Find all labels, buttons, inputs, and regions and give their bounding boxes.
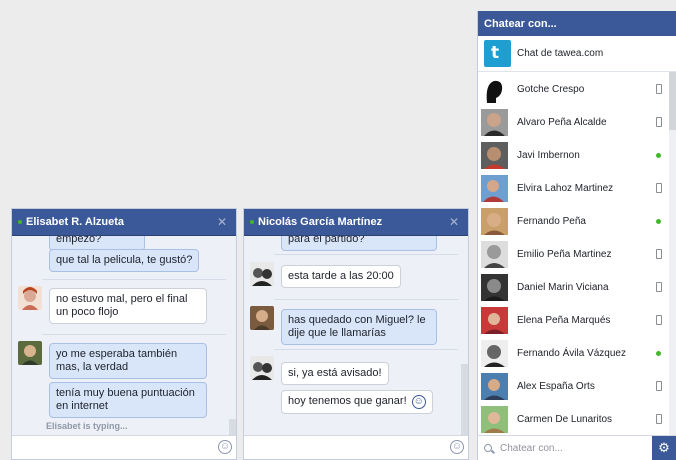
- contact-name: Gotche Crespo: [517, 84, 585, 95]
- mobile-icon: [656, 249, 662, 259]
- mobile-icon: [656, 315, 662, 325]
- chat-header[interactable]: Elisabet R. Alzueta ✕: [12, 209, 236, 236]
- avatar: [481, 274, 508, 301]
- contact-item[interactable]: Gotche Crespo: [478, 73, 668, 106]
- chat-message-area: empezo? que tal la pelicula, te gustó? n…: [12, 236, 236, 435]
- avatar: [250, 262, 274, 286]
- chat-window-elisabet: Elisabet R. Alzueta ✕ empezo? que tal la…: [11, 208, 237, 460]
- sidebar-scrollbar[interactable]: [669, 72, 676, 438]
- contact-name: Alvaro Peña Alcalde: [517, 117, 607, 128]
- avatar: [481, 142, 508, 169]
- close-icon[interactable]: ✕: [217, 215, 227, 229]
- message-bubble: tenía muy buena puntuación en internet: [49, 382, 207, 418]
- contact-name: Daniel Marin Viciana: [517, 282, 609, 293]
- chat-title: Nicolás García Martínez: [258, 216, 383, 228]
- avatar: [481, 175, 508, 202]
- avatar: [481, 406, 508, 433]
- contact-item[interactable]: Elvira Lahoz Martinez: [478, 172, 668, 205]
- typing-indicator: Elisabet is typing...: [46, 421, 128, 431]
- chat-sidebar: Chatear con... t Chat de tawea.com Gotch…: [477, 11, 676, 460]
- contact-item[interactable]: Alex España Orts: [478, 370, 668, 403]
- message-bubble: que tal la pelicula, te gustó?: [49, 249, 200, 272]
- close-icon[interactable]: ✕: [449, 215, 459, 229]
- avatar: [481, 307, 508, 334]
- message-divider: [274, 299, 458, 300]
- message-bubble: si, ya está avisado!: [281, 362, 389, 385]
- tawea-logo-icon: t: [484, 40, 511, 67]
- contact-item[interactable]: Alvaro Peña Alcalde: [478, 106, 668, 139]
- contact-name: Carmen De Lunaritos: [517, 414, 613, 425]
- scrollbar[interactable]: [461, 364, 468, 435]
- contact-name: Javi Imbernon: [517, 150, 580, 161]
- contact-item[interactable]: Fernando Peña: [478, 205, 668, 238]
- online-status-dot: [656, 219, 661, 224]
- chat-window-nicolas: Nicolás García Martínez ✕ para el partid…: [243, 208, 469, 460]
- mobile-icon: [656, 381, 662, 391]
- contact-name: Elvira Lahoz Martinez: [517, 183, 614, 194]
- online-status-dot: [656, 351, 661, 356]
- tawea-chat-app[interactable]: t Chat de tawea.com: [478, 36, 676, 72]
- mobile-icon: [656, 183, 662, 193]
- message-divider: [274, 349, 458, 350]
- mobile-icon: [656, 84, 662, 94]
- contact-name: Fernando Peña: [517, 216, 586, 227]
- app-name: Chat de tawea.com: [517, 48, 604, 59]
- avatar: [250, 356, 274, 380]
- chat-message-area: para el partido? esta tarde a las 20:00 …: [244, 236, 468, 435]
- emoticon-icon[interactable]: ☺: [450, 440, 464, 454]
- scrollbar[interactable]: [229, 419, 236, 435]
- message-input-bar[interactable]: ☺: [244, 435, 468, 459]
- online-status-dot: [250, 220, 254, 224]
- contact-name: Fernando Ávila Vázquez: [517, 348, 626, 359]
- contact-item[interactable]: Javi Imbernon: [478, 139, 668, 172]
- message-bubble: para el partido?: [281, 236, 437, 251]
- avatar: [481, 109, 508, 136]
- message-bubble: no estuvo mal, pero el final un poco flo…: [49, 288, 207, 324]
- avatar: [18, 286, 42, 310]
- message-divider: [274, 254, 458, 255]
- avatar: [481, 208, 508, 235]
- mobile-icon: [656, 282, 662, 292]
- smiley-emoticon-icon: ☺: [411, 395, 426, 409]
- message-divider: [42, 279, 226, 280]
- contact-item[interactable]: Emilio Peña Martinez: [478, 238, 668, 271]
- online-status-dot: [656, 153, 661, 158]
- message-text: hoy tenemos que ganar!: [288, 395, 407, 407]
- contact-name: Emilio Peña Martinez: [517, 249, 612, 260]
- avatar: [250, 306, 274, 330]
- message-divider: [42, 334, 226, 335]
- emoticon-icon[interactable]: ☺: [218, 440, 232, 454]
- contact-name: Alex España Orts: [517, 381, 595, 392]
- mobile-icon: [656, 414, 662, 424]
- avatar: [481, 340, 508, 367]
- avatar: [481, 373, 508, 400]
- search-icon: [484, 444, 492, 452]
- message-bubble: esta tarde a las 20:00: [281, 265, 401, 288]
- sidebar-title: Chatear con...: [484, 17, 557, 30]
- search-input[interactable]: [500, 442, 640, 454]
- contact-item[interactable]: Fernando Ávila Vázquez: [478, 337, 668, 370]
- online-status-dot: [18, 220, 22, 224]
- avatar: [18, 341, 42, 365]
- contact-item[interactable]: Elena Peña Marqués: [478, 304, 668, 337]
- contact-search-bar: ⚙: [478, 435, 676, 460]
- message-bubble: hoy tenemos que ganar! ☺: [281, 390, 433, 414]
- mobile-icon: [656, 117, 662, 127]
- contact-item[interactable]: Carmen De Lunaritos: [478, 403, 668, 436]
- sidebar-header[interactable]: Chatear con...: [478, 11, 676, 36]
- chat-header[interactable]: Nicolás García Martínez ✕: [244, 209, 468, 236]
- chat-title: Elisabet R. Alzueta: [26, 216, 125, 228]
- gear-icon[interactable]: ⚙: [652, 436, 676, 460]
- contact-item[interactable]: Daniel Marin Viciana: [478, 271, 668, 304]
- facebook-style-chat-page: Elisabet R. Alzueta ✕ empezo? que tal la…: [0, 0, 676, 460]
- message-bubble: has quedado con Miguel? le dije que le l…: [281, 309, 437, 345]
- scrollbar-thumb[interactable]: [669, 72, 676, 130]
- avatar: [481, 76, 508, 103]
- avatar: [481, 241, 508, 268]
- message-input-bar[interactable]: ☺: [12, 435, 236, 459]
- message-bubble: yo me esperaba también mas, la verdad: [49, 343, 207, 379]
- contact-name: Elena Peña Marqués: [517, 315, 611, 326]
